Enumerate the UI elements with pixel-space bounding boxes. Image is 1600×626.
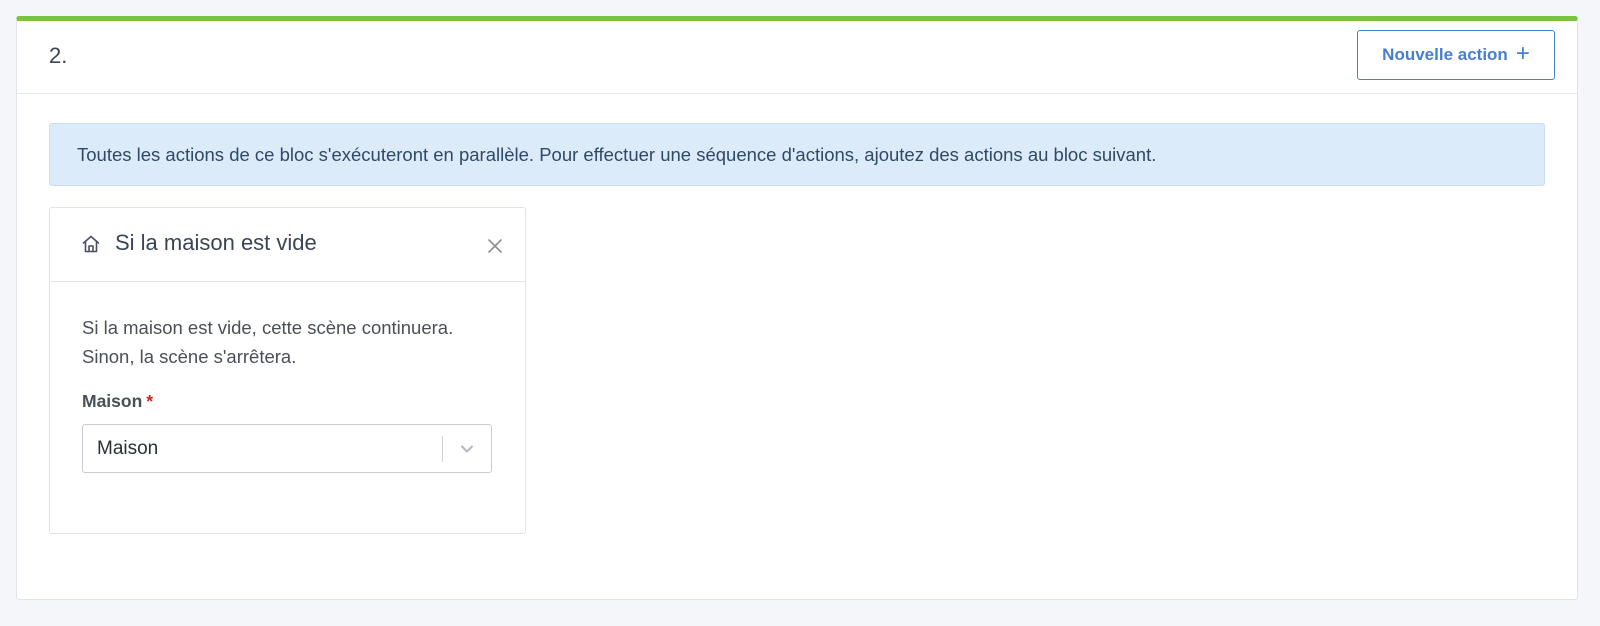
chevron-down-icon[interactable] — [459, 442, 475, 456]
action-description: Si la maison est vide, cette scène conti… — [82, 317, 454, 367]
house-field-label: Maison * — [82, 391, 153, 412]
action-card-header: Si la maison est vide — [50, 208, 525, 282]
required-mark: * — [146, 391, 154, 411]
house-select[interactable]: Maison — [82, 424, 492, 473]
block-header: 2. Nouvelle action + — [17, 21, 1577, 94]
scene-block: 2. Nouvelle action + Toutes les actions … — [16, 16, 1578, 600]
new-action-label: Nouvelle action — [1382, 45, 1508, 64]
close-icon[interactable] — [487, 238, 503, 254]
new-action-button[interactable]: Nouvelle action + — [1357, 30, 1555, 80]
house-field-label-text: Maison — [82, 391, 143, 411]
house-select-value: Maison — [97, 438, 159, 459]
select-separator — [442, 436, 443, 462]
block-index: 2. — [49, 43, 68, 68]
info-alert: Toutes les actions de ce bloc s'exécuter… — [49, 123, 1545, 186]
info-alert-text: Toutes les actions de ce bloc s'exécuter… — [77, 143, 1157, 165]
action-card: Si la maison est vide Si la maison est v… — [49, 207, 526, 534]
plus-icon: + — [1515, 40, 1530, 67]
home-icon — [81, 234, 101, 254]
action-title: Si la maison est vide — [115, 230, 317, 255]
